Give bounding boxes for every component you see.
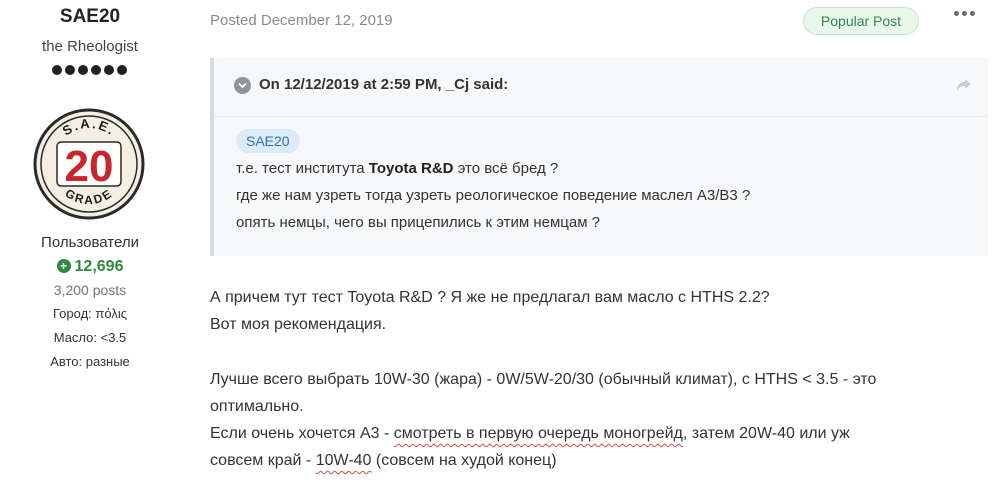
reputation: +12,696 bbox=[0, 258, 180, 276]
more-options-icon[interactable] bbox=[954, 11, 975, 16]
profile-field-city: Город: πόλις bbox=[53, 306, 127, 321]
share-arrow-icon[interactable] bbox=[956, 78, 972, 92]
post-count: 3,200 posts bbox=[53, 282, 127, 298]
author-title: the Rheologist bbox=[42, 38, 138, 55]
author-group: Пользователи bbox=[41, 234, 139, 251]
profile-field-car: Авто: разные bbox=[50, 354, 130, 369]
post-text-line: Вот моя рекомендация. bbox=[210, 316, 387, 333]
quote-line: опять немцы, чего вы прицепились к этим … bbox=[236, 214, 601, 231]
quote-header: On 12/12/2019 at 2:59 PM, _Cj said: bbox=[214, 58, 988, 117]
rank-dots bbox=[52, 65, 127, 75]
profile-field-oil: Масло: <3.5 bbox=[53, 330, 127, 345]
post-text-line: А причем тут тест Toyota R&D ? Я же не п… bbox=[210, 289, 770, 306]
rank-dot bbox=[91, 65, 101, 75]
rank-dot bbox=[65, 65, 75, 75]
red-underline-mark: смотреть в первую очередь моногрейд bbox=[393, 425, 683, 442]
plus-icon: + bbox=[56, 259, 71, 273]
rank-dot bbox=[78, 65, 88, 75]
author-name[interactable]: SAE20 bbox=[0, 6, 180, 28]
chevron-down-icon[interactable] bbox=[234, 77, 251, 94]
post-date[interactable]: Posted December 12, 2019 bbox=[210, 12, 393, 29]
quote-line: где же нам узреть тогда узреть реологиче… bbox=[236, 187, 751, 204]
post-text-line: Лучше всего выбрать 10W-30 (жара) - 0W/5… bbox=[210, 371, 877, 388]
popular-post-badge: Popular Post bbox=[803, 7, 919, 35]
quote-line: т.е. тест института Toyota R&D это всё б… bbox=[236, 160, 559, 177]
avatar-number: 20 bbox=[65, 142, 114, 191]
avatar[interactable]: S.A.E. 20 GRADE bbox=[33, 108, 145, 220]
post-text-line: оптимально. bbox=[210, 398, 304, 415]
post-text-line: совсем край - 10W-40 (совсем на худой ко… bbox=[210, 452, 557, 469]
rank-dot bbox=[104, 65, 114, 75]
red-underline-mark: 10W-40 bbox=[315, 452, 372, 469]
quote-citation[interactable]: On 12/12/2019 at 2:59 PM, _Cj said: bbox=[259, 76, 508, 93]
quote-block: On 12/12/2019 at 2:59 PM, _Cj said: SAE2… bbox=[210, 58, 988, 256]
rank-dot bbox=[52, 65, 62, 75]
post-text-line: Если очень хочется А3 - смотреть в перву… bbox=[210, 425, 850, 442]
reputation-value: 12,696 bbox=[74, 258, 124, 275]
rank-dot bbox=[117, 65, 127, 75]
user-mention[interactable]: SAE20 bbox=[236, 129, 300, 153]
